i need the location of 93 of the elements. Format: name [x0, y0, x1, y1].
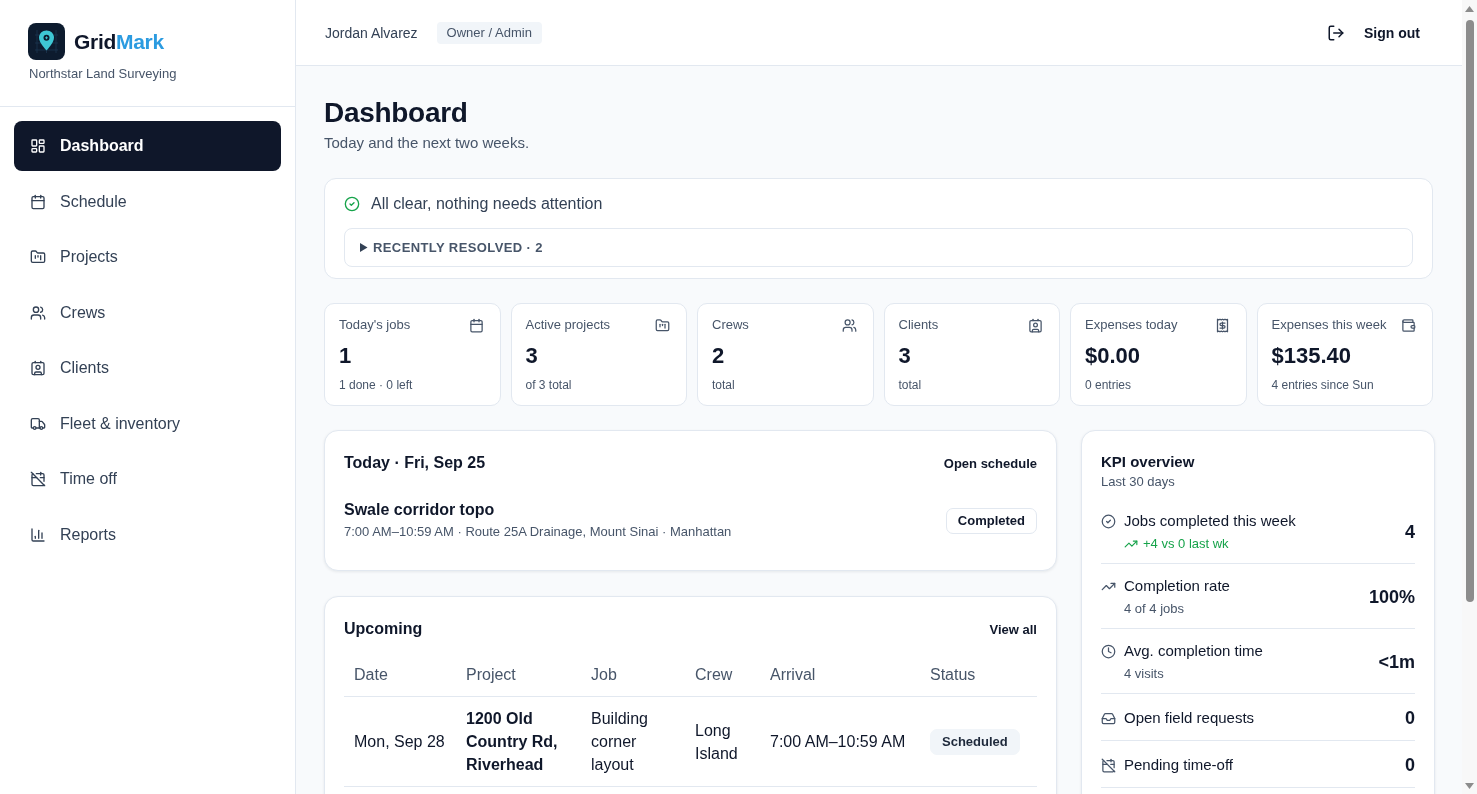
stat-note: of 3 total — [525, 377, 572, 393]
nav-item[interactable]: Fleet & inventory — [14, 398, 281, 449]
table-cell: 1200 Old Country Rd, Riverhead — [456, 696, 581, 787]
kpi-value: <1m — [1378, 651, 1415, 674]
card-title: KPI overview — [1101, 452, 1196, 472]
clock-icon — [1101, 643, 1116, 659]
kpi-value: 4 — [1405, 521, 1415, 544]
nav-item[interactable]: Crews — [14, 287, 281, 338]
calendar-icon — [30, 193, 46, 210]
kpi-label: Jobs completed this week — [1124, 511, 1296, 531]
kpi-label: Avg. completion time — [1124, 641, 1263, 661]
folder-icon — [655, 317, 670, 333]
card-title: Today · Fri, Sep 25 — [344, 453, 486, 473]
view-all-link[interactable]: View all — [989, 621, 1037, 637]
stat-note: 4 entries since Sun — [1271, 377, 1374, 393]
column-header: Project — [456, 652, 581, 697]
stat-value: 1 — [339, 342, 352, 370]
nav-item[interactable]: Dashboard — [14, 121, 281, 171]
brand-name: GridMark — [74, 28, 164, 55]
organization-name: Northstar Land Surveying — [29, 65, 178, 83]
column-header: Job — [581, 652, 685, 697]
sign-out-icon — [1327, 23, 1345, 42]
stat-value: $0.00 — [1085, 342, 1141, 370]
nav-item[interactable]: Reports — [14, 509, 281, 560]
nav-item[interactable]: Schedule — [14, 176, 281, 227]
kpi-change: +4 vs 0 last wk — [1143, 535, 1229, 553]
scrollbar-thumb[interactable] — [1465, 20, 1474, 602]
column-header: Date — [344, 652, 456, 697]
stat-label: Expenses this week — [1271, 316, 1387, 334]
kpi-period: Last 30 days — [1101, 473, 1176, 491]
inbox-icon — [1101, 710, 1116, 726]
job-name: Swale corridor topo — [344, 500, 495, 520]
check-circle-icon — [1101, 513, 1116, 529]
stat-value: 3 — [525, 342, 538, 370]
nav-item[interactable]: Projects — [14, 232, 281, 282]
calendar-icon — [468, 317, 484, 333]
job-details: 7:00 AM–10:59 AM · Route 25A Drainage, Mount Sinai · Manhattan — [344, 523, 732, 541]
stat-label: Active projects — [525, 316, 611, 334]
contact-card-icon — [1028, 317, 1043, 333]
user-name: Jordan Alvarez — [325, 24, 418, 41]
sign-out-button[interactable]: Sign out — [1327, 21, 1420, 44]
calendar-off-icon — [30, 471, 46, 487]
receipt-icon — [1214, 317, 1230, 333]
stat-note: 0 entries — [1085, 377, 1132, 393]
column-header: Crew — [685, 652, 760, 697]
stat-note: total — [898, 377, 922, 393]
stat-note: 1 done · 0 left — [339, 377, 413, 393]
page-title: Dashboard — [324, 96, 469, 130]
kpi-value: 0 — [1405, 754, 1415, 777]
alert-message: All clear, nothing needs attention — [371, 195, 603, 213]
page-subtitle: Today and the next two weeks. — [324, 133, 531, 153]
scroll-down-icon[interactable] — [1465, 782, 1474, 789]
folder-icon — [30, 249, 46, 265]
truck-icon — [30, 415, 46, 432]
stat-label: Today's jobs — [339, 316, 411, 334]
stat-value: $135.40 — [1271, 342, 1352, 370]
open-schedule-link[interactable]: Open schedule — [943, 455, 1037, 471]
users-icon — [30, 304, 46, 321]
scroll-up-icon[interactable] — [1465, 5, 1474, 12]
stat-label: Clients — [898, 316, 939, 334]
status-badge: Scheduled — [930, 728, 1020, 755]
kpi-label: Completion rate — [1124, 576, 1230, 596]
recently-resolved-toggle[interactable]: RECENTLY RESOLVED · 2 — [344, 228, 1413, 267]
role-badge: Owner / Admin — [436, 21, 542, 44]
check-circle-icon — [344, 196, 360, 212]
stat-value: 3 — [898, 342, 911, 370]
stat-value: 2 — [712, 342, 725, 370]
bar-chart-icon — [30, 526, 46, 543]
column-header: Status — [920, 652, 1037, 697]
kpi-label: Pending time-off — [1124, 755, 1233, 775]
kpi-detail: 4 of 4 jobs — [1124, 600, 1184, 618]
status-badge: Completed — [945, 507, 1037, 534]
table-cell: 7:00 AM–10:59 AM — [760, 696, 920, 787]
wallet-icon — [1401, 317, 1416, 333]
kpi-value: 100% — [1368, 586, 1415, 609]
nav-item[interactable]: Clients — [14, 343, 281, 393]
kpi-label: Open field requests — [1124, 708, 1255, 728]
nav-item[interactable]: Time off — [14, 454, 281, 504]
users-icon — [841, 317, 857, 333]
stat-label: Expenses today — [1085, 316, 1178, 334]
table-cell: Building corner layout — [581, 696, 685, 787]
stat-note: total — [712, 377, 735, 393]
logo-icon — [28, 23, 65, 60]
card-title: Upcoming — [344, 619, 423, 639]
table-cell: Long Island — [685, 696, 760, 787]
kpi-detail: 4 visits — [1124, 665, 1164, 683]
calendar-off-icon — [1101, 757, 1116, 773]
contact-card-icon — [30, 360, 46, 376]
table-cell: Mon, Sep 28 — [344, 696, 456, 787]
stat-label: Crews — [712, 316, 749, 334]
kpi-value: 0 — [1405, 707, 1415, 730]
column-header: Arrival — [760, 652, 920, 697]
grid-icon — [30, 138, 46, 154]
